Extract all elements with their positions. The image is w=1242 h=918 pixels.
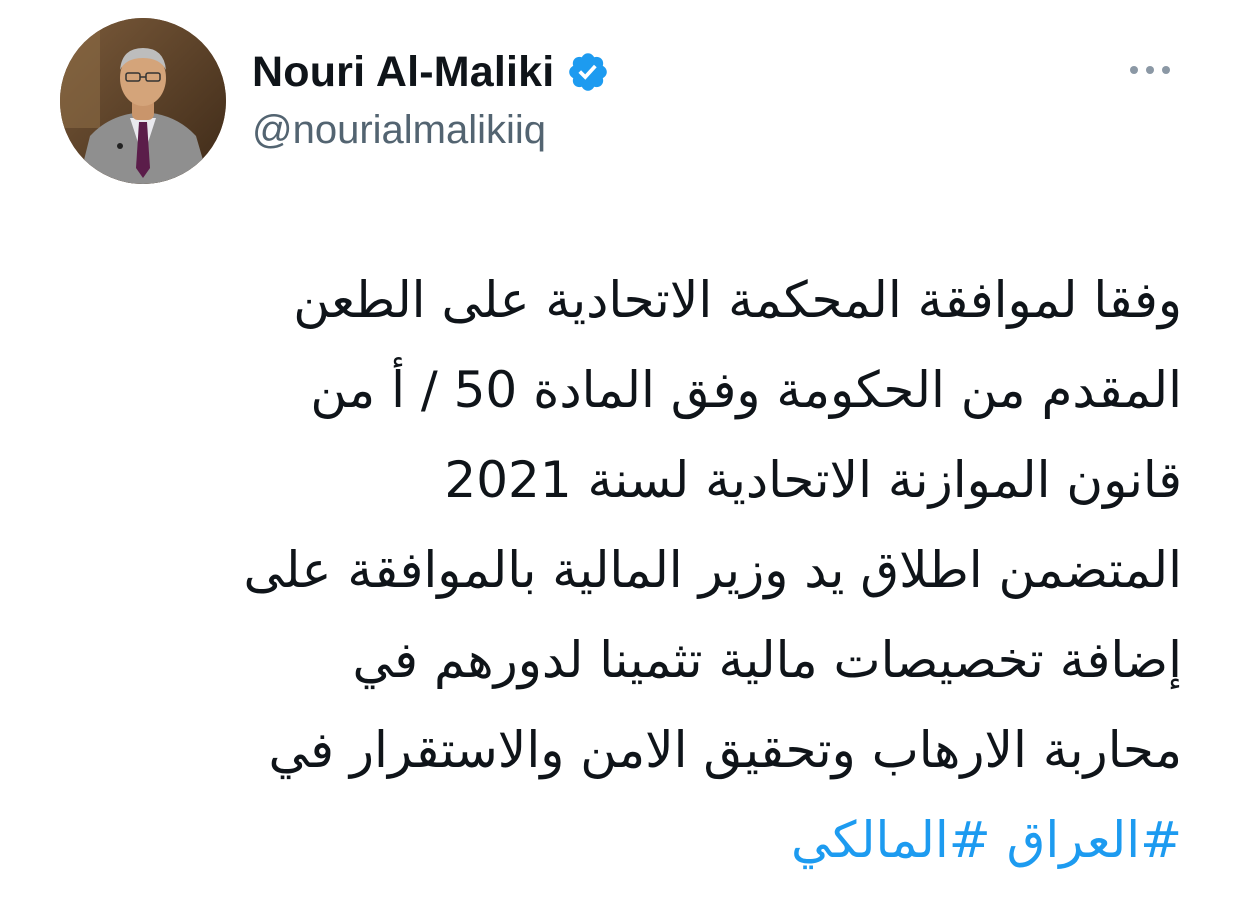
more-options-button[interactable] [1120,52,1180,88]
user-handle[interactable]: @nourialmalikiiq [252,108,610,153]
tweet-text-line: وفقا لموافقة المحكمة الاتحادية على الطعن [293,271,1182,329]
avatar-image [60,18,226,184]
more-horizontal-icon-dot [1146,66,1154,74]
author-info: Nouri Al-Maliki @nourialmalikiiq [252,42,610,153]
tweet-text-line: إضافة تخصيصات مالية تثمينا لدورهم في [352,631,1182,689]
tweet-card: Nouri Al-Maliki @nourialmalikiiq وفقا لم… [0,0,1242,918]
tweet-text-line: المقدم من الحكومة وفق المادة 50 / أ من [310,361,1182,419]
hashtag-link-almaliki[interactable]: #المالكي [791,811,991,869]
tweet-text: وفقا لموافقة المحكمة الاتحادية على الطعن… [52,255,1182,885]
tweet-text-line: المتضمن اطلاق يد وزير المالية بالموافقة … [243,541,1182,599]
hashtag-link-iraq[interactable]: #العراق [1007,811,1182,869]
more-horizontal-icon [1130,66,1138,74]
tweet-text-line: محاربة الارهاب وتحقيق الامن والاستقرار ف… [268,721,1182,779]
display-name[interactable]: Nouri Al-Maliki [252,48,554,97]
more-horizontal-icon-dot [1162,66,1170,74]
avatar[interactable] [60,18,226,184]
verified-badge-icon [566,50,610,94]
hashtag-line: #العراق #المالكي [52,795,1182,885]
tweet-text-line: قانون الموازنة الاتحادية لسنة 2021 [444,451,1182,509]
display-name-row: Nouri Al-Maliki [252,42,610,102]
